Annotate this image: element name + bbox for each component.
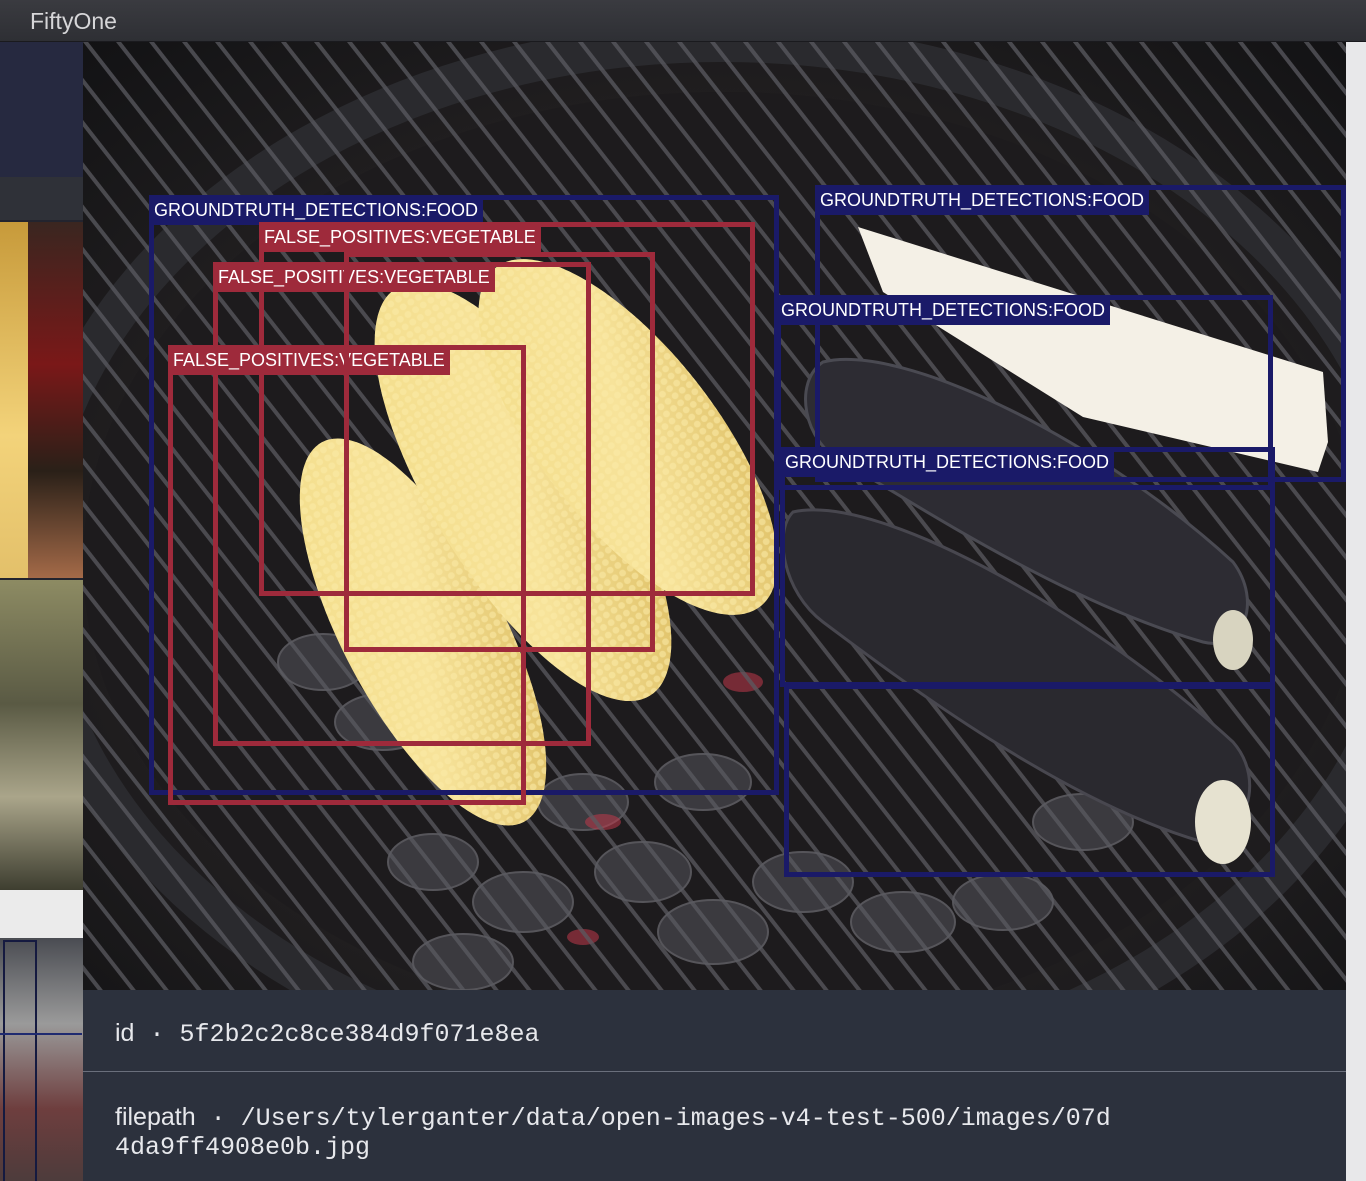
false-positive-box[interactable]	[344, 252, 655, 652]
scrollbar[interactable]	[1346, 42, 1366, 1181]
gallery-toolbar	[0, 177, 83, 220]
ground-truth-label: GROUNDTRUTH_DETECTIONS:FOOD	[776, 295, 1110, 325]
ground-truth-box[interactable]: GROUNDTRUTH_DETECTIONS:FOOD	[780, 447, 1275, 687]
title-bar: FiftyOne	[0, 0, 1366, 42]
ground-truth-label: GROUNDTRUTH_DETECTIONS:FOOD	[149, 195, 483, 225]
filepath-key: filepath	[115, 1103, 196, 1131]
divider	[83, 1071, 1346, 1072]
ground-truth-box[interactable]	[784, 684, 1275, 877]
ground-truth-label: GROUNDTRUTH_DETECTIONS:FOOD	[780, 447, 1114, 477]
sample-id-row: id · 5f2b2c2c8ce384d9f071e8ea	[115, 1019, 540, 1049]
gallery-thumbnail[interactable]	[0, 938, 83, 1181]
sample-filepath-row: filepath · /Users/tylerganter/data/open-…	[115, 1103, 1111, 1162]
gallery-thumbnail[interactable]	[0, 222, 83, 578]
sample-image-viewer[interactable]: GROUNDTRUTH_DETECTIONS:FOOD GROUNDTRUTH_…	[83, 42, 1346, 990]
ground-truth-label: GROUNDTRUTH_DETECTIONS:FOOD	[815, 185, 1149, 215]
sample-info-panel: id · 5f2b2c2c8ce384d9f071e8ea filepath ·…	[83, 990, 1346, 1181]
id-value: 5f2b2c2c8ce384d9f071e8ea	[179, 1020, 540, 1049]
false-positive-label: FALSE_POSITIVES:VEGETABLE	[259, 222, 541, 252]
id-key: id	[115, 1019, 135, 1047]
app-title: FiftyOne	[30, 8, 117, 34]
sample-gallery[interactable]	[0, 42, 83, 1181]
gallery-header	[0, 42, 83, 177]
gallery-spacer	[0, 890, 83, 938]
filepath-value: /Users/tylerganter/data/open-images-v4-t…	[115, 1104, 1111, 1162]
gallery-thumbnail[interactable]	[0, 580, 83, 890]
